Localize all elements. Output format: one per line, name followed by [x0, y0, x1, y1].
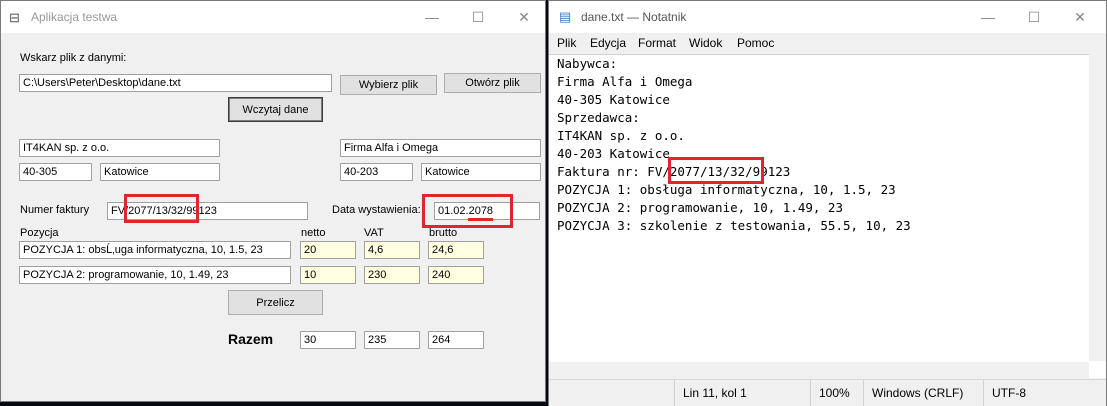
horizontal-scrollbar[interactable] [549, 362, 1089, 379]
total-net[interactable]: 30 [300, 331, 356, 349]
menu-file[interactable]: Plik [557, 36, 576, 50]
notepad-title: dane.txt — Notatnik [581, 10, 687, 24]
item-2-vat[interactable]: 230 [364, 266, 420, 284]
seller-postal-field[interactable]: 40-305 [19, 163, 92, 181]
status-zoom: 100% [810, 380, 863, 406]
text-line: Sprzedawca: [557, 110, 640, 125]
item-2-gross[interactable]: 240 [428, 266, 484, 284]
highlight-box-invoice-year [124, 194, 199, 223]
text-line: Firma Alfa i Omega [557, 74, 693, 89]
text-line: Nabywca: [557, 56, 618, 71]
file-path-input[interactable]: C:\Users\Peter\Desktop\dane.txt [19, 74, 332, 92]
net-header: netto [301, 227, 326, 239]
minimize-icon[interactable]: — [409, 1, 455, 33]
notepad-window: ▤ dane.txt — Notatnik — ☐ ✕ Plik Edycja … [548, 0, 1107, 406]
text-line: POZYCJA 3: szkolenie z testowania, 55.5,… [557, 218, 911, 233]
item-1-description[interactable]: POZYCJA 1: obsĹ‚uga informatyczna, 10, 1… [19, 241, 291, 259]
app-icon: ⊟ [9, 10, 20, 25]
status-encoding: UTF-8 [983, 380, 1091, 406]
recalculate-button[interactable]: Przelicz [228, 290, 323, 315]
total-gross[interactable]: 264 [428, 331, 484, 349]
notepad-icon: ▤ [559, 9, 572, 24]
notepad-titlebar[interactable]: ▤ dane.txt — Notatnik — ☐ ✕ [549, 1, 1106, 33]
vat-header: VAT [364, 227, 384, 239]
maximize-icon[interactable]: ☐ [455, 1, 501, 33]
minimize-icon[interactable]: — [965, 1, 1011, 33]
status-bar: Lin 11, kol 1 100% Windows (CRLF) UTF-8 [549, 379, 1106, 406]
open-file-button[interactable]: Otwórz plik [444, 73, 541, 93]
text-line: POZYCJA 1: obsługa informatyczna, 10, 1.… [557, 182, 896, 197]
app-titlebar[interactable]: ⊟ Aplikacja testwa — ☐ ✕ [1, 1, 545, 33]
item-1-vat[interactable]: 4,6 [364, 241, 420, 259]
highlight-box-issue-date [422, 194, 513, 228]
choose-file-label: Wskarz plik z danymi: [20, 52, 127, 64]
item-2-net[interactable]: 10 [300, 266, 356, 284]
text-line: IT4KAN sp. z o.o. [557, 128, 685, 143]
menu-edit[interactable]: Edycja [590, 36, 626, 50]
app-title: Aplikacja testwa [31, 10, 118, 24]
buyer-postal-field[interactable]: 40-203 [340, 163, 413, 181]
buyer-name-field[interactable]: Firma Alfa i Omega [340, 139, 541, 157]
item-1-net[interactable]: 20 [300, 241, 356, 259]
invoice-number-label: Numer faktury [20, 204, 90, 216]
total-label: Razem [228, 331, 274, 347]
text-line: 40-305 Katowice [557, 92, 670, 107]
item-header: Pozycja [20, 227, 59, 239]
choose-file-button[interactable]: Wybierz plik [340, 75, 437, 95]
total-vat[interactable]: 235 [364, 331, 420, 349]
status-position: Lin 11, kol 1 [674, 380, 810, 406]
vertical-scrollbar[interactable] [1089, 54, 1106, 361]
gross-header: brutto [429, 227, 458, 239]
maximize-icon[interactable]: ☐ [1011, 1, 1057, 33]
seller-city-field[interactable]: Katowice [100, 163, 220, 181]
menu-format[interactable]: Format [638, 36, 676, 50]
menu-help[interactable]: Pomoc [737, 36, 774, 50]
item-1-gross[interactable]: 24,6 [428, 241, 484, 259]
close-icon[interactable]: ✕ [501, 1, 547, 33]
highlight-underline-year [468, 218, 493, 221]
item-2-description[interactable]: POZYCJA 2: programowanie, 10, 1.49, 23 [19, 266, 291, 284]
close-icon[interactable]: ✕ [1057, 1, 1103, 33]
menu-view[interactable]: Widok [689, 36, 722, 50]
app-window: ⊟ Aplikacja testwa — ☐ ✕ Wskarz plik z d… [0, 0, 546, 402]
seller-name-field[interactable]: IT4KAN sp. z o.o. [19, 139, 220, 157]
buyer-city-field[interactable]: Katowice [421, 163, 541, 181]
text-line: 40-203 Katowice [557, 146, 670, 161]
load-data-button[interactable]: Wczytaj dane [228, 97, 323, 122]
issue-date-label: Data wystawienia: [332, 204, 421, 216]
highlight-box-invoice-number [668, 157, 764, 184]
status-line-endings: Windows (CRLF) [863, 380, 983, 406]
text-line: POZYCJA 2: programowanie, 10, 1.49, 23 [557, 200, 843, 215]
